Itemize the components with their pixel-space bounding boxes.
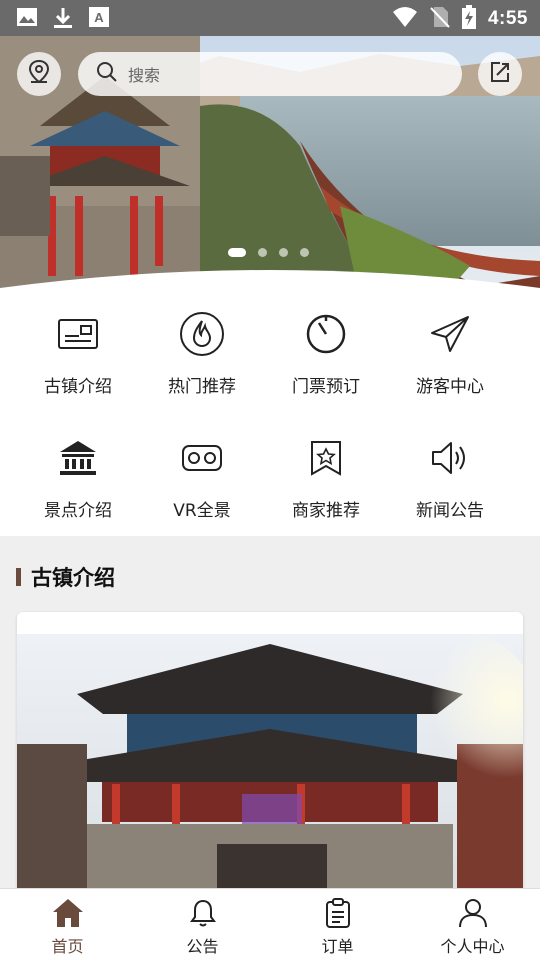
download-icon [52,6,74,34]
vr-headset-icon [178,434,226,482]
search-bar[interactable]: 搜索 [78,52,462,96]
nav-profile[interactable]: 个人中心 [405,889,540,960]
location-pin-icon [27,59,51,89]
menu-item-scenic-spots[interactable]: 景点介绍 [16,434,140,558]
svg-text:A: A [94,10,104,25]
temple-icon [54,434,102,482]
nav-notice[interactable]: 公告 [135,889,270,960]
battery-charging-icon [461,5,476,33]
image-icon [16,6,38,34]
nav-home[interactable]: 首页 [0,889,135,960]
menu-curve [0,270,540,302]
menu-item-label: 景点介绍 [44,501,112,521]
menu-item-town-intro[interactable]: 古镇介绍 [16,310,140,434]
timer-icon [302,310,350,358]
carousel-dot[interactable] [228,248,246,257]
status-bar: A 4:55 [0,0,540,36]
share-icon [488,60,512,88]
menu-item-label: 新闻公告 [416,501,484,521]
location-button[interactable] [17,52,61,96]
status-time: 4:55 [487,8,528,29]
bell-icon [187,897,219,929]
menu-item-label: VR全景 [173,501,231,521]
menu-item-label: 热门推荐 [168,377,236,397]
carousel-indicators [228,248,309,257]
carousel-dot[interactable] [300,248,309,257]
menu-item-merchant-recommend[interactable]: 商家推荐 [264,434,388,558]
section-header: 古镇介绍 [16,562,115,592]
nav-label: 公告 [186,937,219,956]
menu-item-label: 商家推荐 [292,501,360,521]
person-icon [457,897,489,929]
menu-item-news[interactable]: 新闻公告 [388,434,512,558]
menu-item-visitor-center[interactable]: 游客中心 [388,310,512,434]
share-button[interactable] [478,52,522,96]
menu-item-ticket-booking[interactable]: 门票预订 [264,310,388,434]
section-accent-bar [16,568,21,586]
fire-icon [178,310,226,358]
function-menu: 古镇介绍 热门推荐 门票预订 游客中心 景点介绍 VR全景 商家推荐 新闻公告 [0,288,540,536]
town-intro-card[interactable] [17,612,523,912]
town-gate-photo [17,634,523,912]
menu-item-label: 古镇介绍 [44,377,112,397]
wifi-icon [392,6,418,32]
menu-item-hot-recommend[interactable]: 热门推荐 [140,310,264,434]
speaker-icon [426,434,474,482]
carousel-dot[interactable] [258,248,267,257]
menu-item-vr-panorama[interactable]: VR全景 [140,434,264,558]
no-sim-icon [430,6,450,32]
section-title: 古镇介绍 [31,566,115,590]
star-badge-icon [302,434,350,482]
nav-label: 个人中心 [440,937,505,956]
id-card-icon [54,310,102,358]
text-icon: A [88,6,110,34]
nav-orders[interactable]: 订单 [270,889,405,960]
menu-item-label: 门票预订 [292,377,360,397]
nav-label: 订单 [321,937,354,956]
search-icon [96,61,118,87]
nav-label: 首页 [51,937,84,956]
clipboard-icon [322,897,354,929]
home-icon [52,897,84,929]
carousel-dot[interactable] [279,248,288,257]
menu-item-label: 游客中心 [416,377,484,397]
paper-plane-icon [426,310,474,358]
bottom-navigation: 首页 公告 订单 个人中心 [0,888,540,960]
search-placeholder: 搜索 [128,66,161,85]
